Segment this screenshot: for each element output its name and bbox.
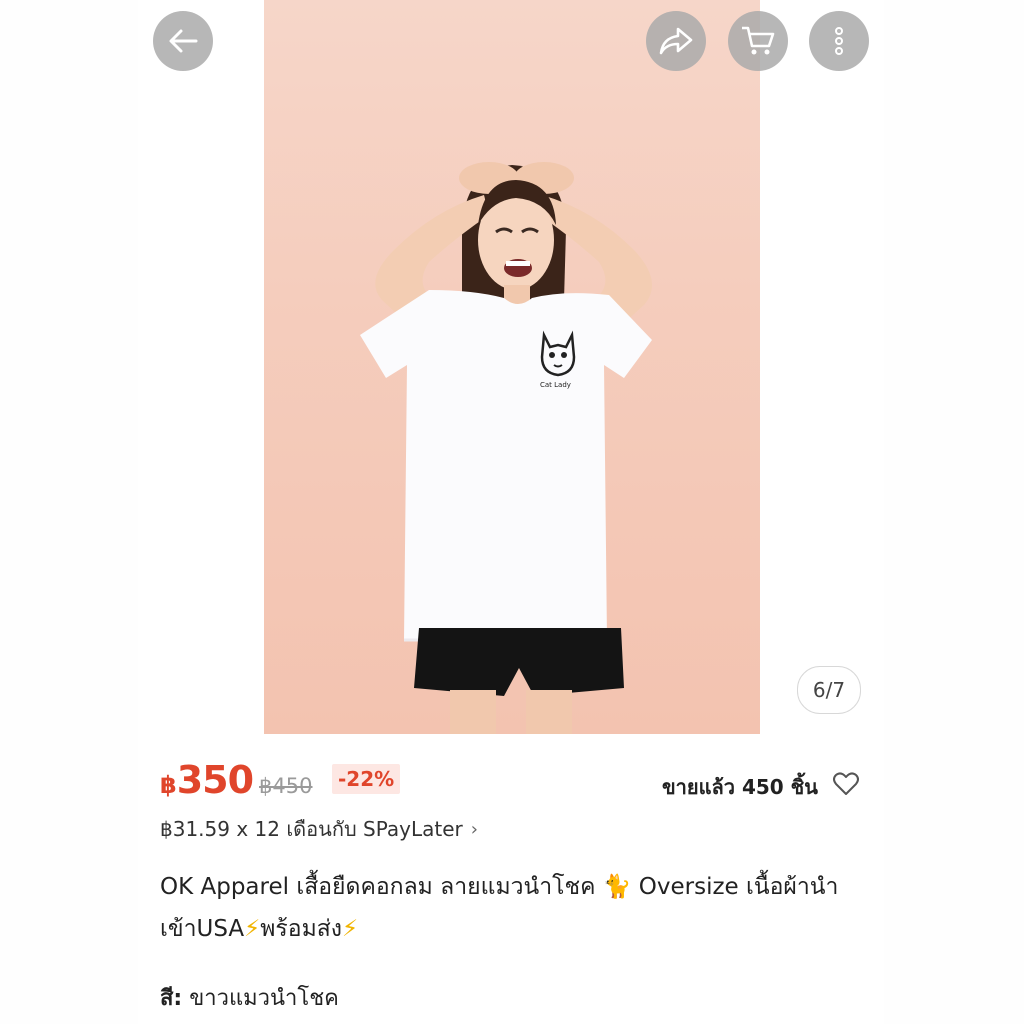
heart-icon [833,772,859,795]
more-button[interactable] [809,11,869,71]
installment-text: ฿31.59 x 12 เดือนกับ SPayLater [160,817,463,841]
lightning-icon: ⚡ [244,916,261,942]
color-label: สี: [160,986,183,1011]
color-value: ขาวแมวนำโชค [189,986,339,1011]
arrow-left-icon [169,29,198,53]
product-image[interactable]: Cat Lady [264,0,760,734]
product-photo-illustration: Cat Lady [360,162,652,734]
cart-button[interactable] [728,11,788,71]
more-vertical-icon [835,27,843,55]
price-row: ฿ 350 ฿450 [160,758,312,802]
current-price: 350 [176,758,254,802]
share-icon [659,27,693,55]
original-price: ฿450 [259,774,313,798]
product-title: OK Apparel เสื้อยืดคอกลม ลายแมวนำโชค 🐈 O… [160,866,870,950]
share-button[interactable] [646,11,706,71]
sold-count: ขายแล้ว 450 ชิ้น [662,775,818,799]
product-title-ready: พร้อมส่ง [260,916,343,942]
right-margin [884,0,1024,1024]
discount-badge: -22% [332,764,401,794]
chevron-right-icon: › [470,818,478,840]
favorite-button[interactable] [832,770,860,798]
lightning-icon: ⚡ [342,916,359,942]
back-button[interactable] [153,11,213,71]
left-margin [0,0,138,1024]
image-counter: 6/7 [797,666,861,714]
currency-symbol: ฿ [160,771,177,799]
installment-link[interactable]: ฿31.59 x 12 เดือนกับ SPayLater › [160,813,478,845]
selected-color: สี: ขาวแมวนำโชค [160,980,339,1015]
cart-icon [742,26,775,55]
shirt-print-text: Cat Lady [540,381,571,389]
